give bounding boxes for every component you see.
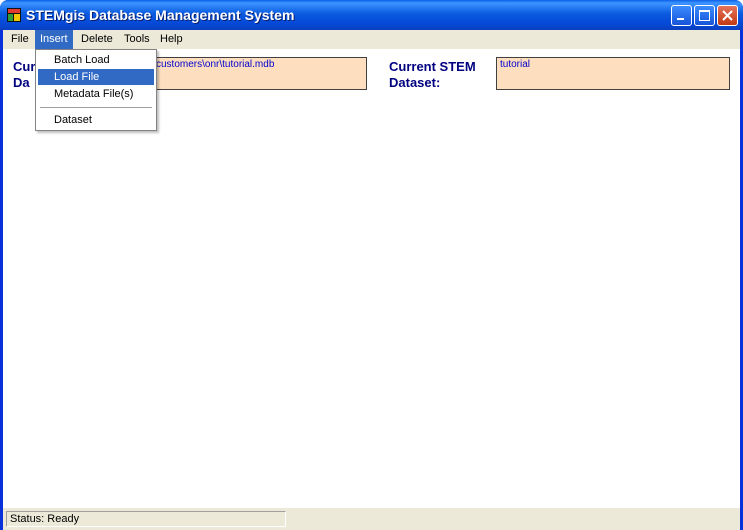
current-database-label-line1: Cur — [13, 59, 36, 74]
maximize-button[interactable] — [694, 5, 715, 26]
minimize-icon — [677, 18, 684, 20]
close-icon — [722, 10, 733, 21]
menu-item-dataset[interactable]: Dataset — [38, 112, 154, 128]
title-bar[interactable]: STEMgis Database Management System — [0, 0, 743, 30]
app-window: STEMgis Database Management System File … — [0, 0, 743, 530]
status-bar: Status: Ready — [3, 508, 740, 530]
current-stem-dataset-label-line2: Dataset: — [389, 75, 441, 90]
menu-item-load-file[interactable]: Load File — [38, 69, 154, 85]
menu-item-metadata-files[interactable]: Metadata File(s) — [38, 86, 154, 102]
menu-file[interactable]: File — [6, 30, 34, 49]
menu-tools[interactable]: Tools — [119, 30, 155, 49]
menu-delete[interactable]: Delete — [76, 30, 118, 49]
menu-separator — [40, 107, 152, 108]
current-stem-dataset-field[interactable]: tutorial — [496, 57, 730, 90]
current-stem-dataset-label-line1: Current STEM — [389, 59, 476, 74]
maximize-icon — [699, 10, 710, 21]
app-logo-icon[interactable] — [7, 8, 21, 22]
insert-dropdown-menu: Batch Load Load File Metadata File(s) Da… — [35, 49, 157, 131]
window-title: STEMgis Database Management System — [26, 7, 295, 23]
current-database-label-line2: Da — [13, 75, 30, 90]
status-text: Status: Ready — [6, 511, 286, 527]
menu-item-batch-load[interactable]: Batch Load — [38, 52, 154, 68]
close-button[interactable] — [717, 5, 738, 26]
minimize-button[interactable] — [671, 5, 692, 26]
current-database-field[interactable]: customers\onr\tutorial.mdb — [124, 57, 367, 90]
menu-bar: File Insert Delete Tools Help — [3, 30, 740, 49]
menu-help[interactable]: Help — [155, 30, 188, 49]
menu-insert[interactable]: Insert — [35, 30, 73, 49]
